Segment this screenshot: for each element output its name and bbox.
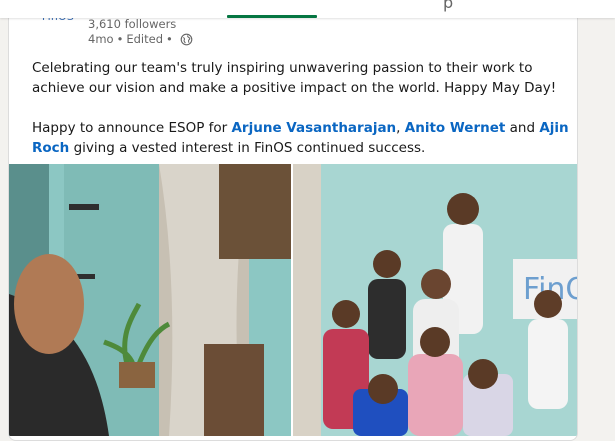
mention-link[interactable]: Anito Wernet bbox=[405, 120, 506, 136]
post-photo[interactable] bbox=[9, 164, 291, 436]
follower-count: 3,610 followers bbox=[88, 17, 177, 31]
mention-link[interactable]: Arjune Vasantharajan bbox=[231, 120, 396, 136]
post-time: 4mo bbox=[88, 32, 114, 46]
post-paragraph: Celebrating our team's truly inspiring u… bbox=[32, 60, 557, 96]
post-meta: 4mo • Edited • bbox=[88, 32, 193, 46]
comma: , bbox=[396, 120, 401, 136]
post-paragraph: Happy to announce ESOP for Arjune Vasant… bbox=[32, 118, 572, 158]
feed-post-card: FinOS 3,610 followers 4mo • Edited • Cel… bbox=[8, 0, 578, 441]
nav-item-fragment[interactable]: p bbox=[443, 0, 453, 12]
nav-active-indicator bbox=[227, 15, 317, 18]
photo-illustration: FinOS bbox=[293, 164, 577, 436]
post-photo-grid: FinOS bbox=[9, 164, 577, 436]
post-text-fragment: giving a vested interest in FinOS contin… bbox=[73, 140, 426, 156]
globe-icon bbox=[180, 33, 193, 46]
edited-label: Edited bbox=[126, 32, 164, 46]
top-navigation-bar: p bbox=[0, 0, 615, 18]
separator-dot: • bbox=[166, 32, 173, 46]
post-text-fragment: Happy to announce ESOP for bbox=[32, 120, 228, 136]
post-photo[interactable]: FinOS bbox=[293, 164, 577, 436]
separator-dot: • bbox=[116, 32, 124, 46]
post-text-fragment: and bbox=[509, 120, 536, 136]
photo-illustration bbox=[9, 164, 291, 436]
post-body: Celebrating our team's truly inspiring u… bbox=[32, 58, 572, 158]
